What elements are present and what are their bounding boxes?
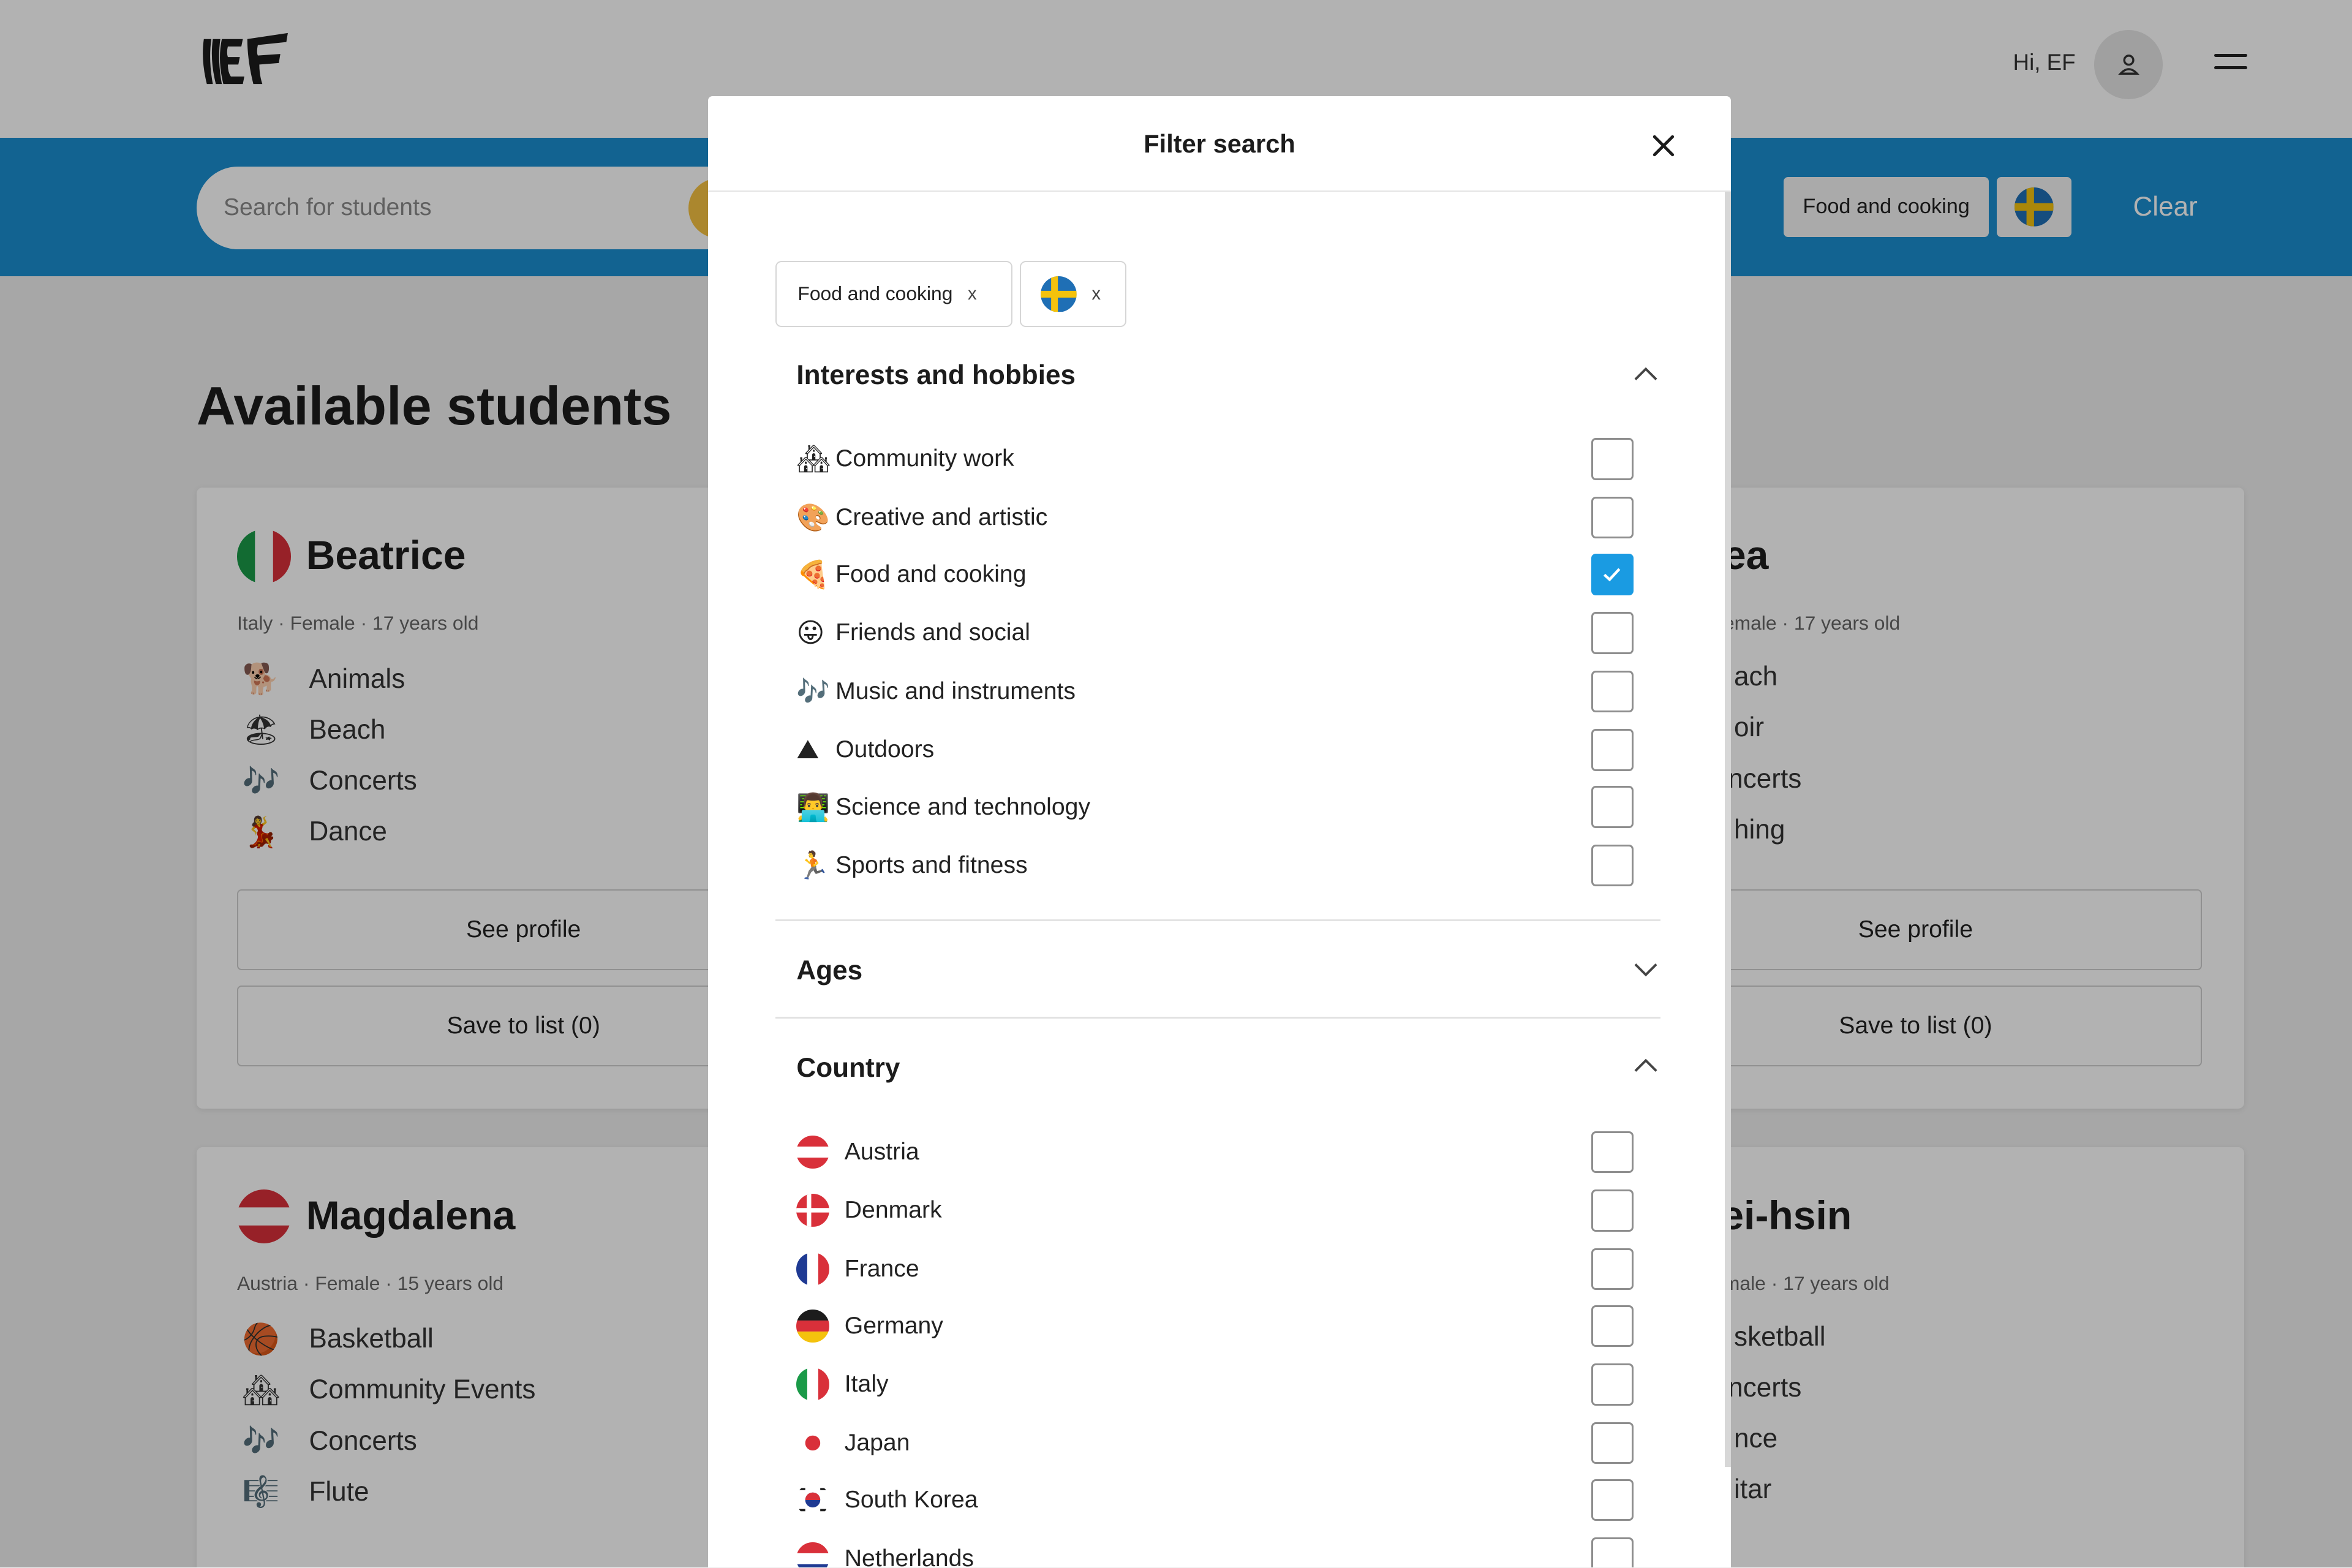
technologist-icon: 👨‍💻 <box>796 792 831 823</box>
interest-option-food[interactable]: 🍕 Food and cooking <box>796 552 1636 597</box>
close-icon[interactable] <box>1647 129 1680 162</box>
filter-modal: Filter search Food and cooking x x Inter… <box>707 96 1732 1568</box>
interest-option-outdoors[interactable]: ⛰ Outdoors <box>796 728 1636 772</box>
section-divider <box>775 1017 1661 1019</box>
interest-checkbox[interactable] <box>1591 612 1634 654</box>
country-checkbox[interactable] <box>1591 1422 1634 1464</box>
music-notes-icon: 🎶 <box>796 676 831 707</box>
ages-section-title[interactable]: Ages <box>796 956 862 986</box>
country-option-south-korea[interactable]: South Korea <box>796 1477 1636 1522</box>
austria-flag-icon <box>796 1135 830 1169</box>
modal-title: Filter search <box>1144 129 1295 158</box>
modal-scrollbar[interactable] <box>1725 192 1732 1468</box>
country-option-france[interactable]: France <box>796 1246 1636 1291</box>
chevron-down-icon[interactable] <box>1632 960 1659 978</box>
south-korea-flag-icon <box>796 1483 830 1517</box>
mountain-icon: ⛰ <box>796 734 820 765</box>
country-checkbox[interactable] <box>1591 1537 1634 1568</box>
country-option-japan[interactable]: Japan <box>796 1420 1636 1465</box>
interest-option-science[interactable]: 👨‍💻 Science and technology <box>796 785 1636 829</box>
checkmark-icon <box>1604 568 1621 581</box>
interest-checkbox[interactable] <box>1591 786 1634 828</box>
selected-filter-pill-interest[interactable]: Food and cooking x <box>775 261 1013 327</box>
interest-checkbox[interactable] <box>1591 670 1634 713</box>
netherlands-flag-icon <box>796 1542 830 1568</box>
runner-icon: 🏃 <box>796 851 831 881</box>
pizza-icon: 🍕 <box>796 559 831 590</box>
country-section-title[interactable]: Country <box>796 1053 900 1084</box>
interests-section-title[interactable]: Interests and hobbies <box>796 360 1076 391</box>
country-option-denmark[interactable]: Denmark <box>796 1188 1636 1233</box>
country-checkbox[interactable] <box>1591 1248 1634 1291</box>
palette-icon: 🎨 <box>796 502 831 533</box>
france-flag-icon <box>796 1252 830 1286</box>
country-option-netherlands[interactable]: Netherlands <box>796 1536 1636 1568</box>
country-checkbox[interactable] <box>1591 1131 1634 1174</box>
japan-flag-icon <box>796 1426 830 1460</box>
country-checkbox[interactable] <box>1591 1189 1634 1232</box>
interest-option-music[interactable]: 🎶 Music and instruments <box>796 669 1636 714</box>
country-checkbox[interactable] <box>1591 1305 1634 1348</box>
denmark-flag-icon <box>796 1194 830 1227</box>
sweden-flag-icon <box>1041 276 1077 312</box>
section-divider <box>775 919 1661 921</box>
chevron-up-icon[interactable] <box>1632 364 1659 382</box>
remove-filter-icon[interactable]: x <box>1091 284 1101 304</box>
country-option-italy[interactable]: Italy <box>796 1362 1636 1407</box>
country-option-germany[interactable]: Germany <box>796 1303 1636 1348</box>
country-checkbox[interactable] <box>1591 1479 1634 1521</box>
interest-checkbox[interactable] <box>1591 496 1634 539</box>
modal-header: Filter search <box>707 96 1732 192</box>
interest-checkbox[interactable] <box>1591 438 1634 480</box>
interest-option-creative[interactable]: 🎨 Creative and artistic <box>796 495 1636 540</box>
interest-checkbox[interactable] <box>1591 844 1634 887</box>
community-icon: 🏘 <box>796 444 831 475</box>
interest-option-friends[interactable]: 😛 Friends and social <box>796 611 1636 655</box>
interest-checkbox-checked[interactable] <box>1591 553 1634 596</box>
smile-icon: 😛 <box>796 617 825 648</box>
chevron-up-icon[interactable] <box>1632 1056 1659 1074</box>
country-option-austria[interactable]: Austria <box>796 1129 1636 1174</box>
selected-filter-pill-country[interactable]: x <box>1020 261 1127 327</box>
interest-option-community-work[interactable]: 🏘 Community work <box>796 437 1636 481</box>
country-checkbox[interactable] <box>1591 1363 1634 1406</box>
italy-flag-icon <box>796 1368 830 1401</box>
germany-flag-icon <box>796 1309 830 1343</box>
interest-checkbox[interactable] <box>1591 729 1634 771</box>
interest-option-sports[interactable]: 🏃 Sports and fitness <box>796 843 1636 888</box>
remove-filter-icon[interactable]: x <box>968 284 977 304</box>
